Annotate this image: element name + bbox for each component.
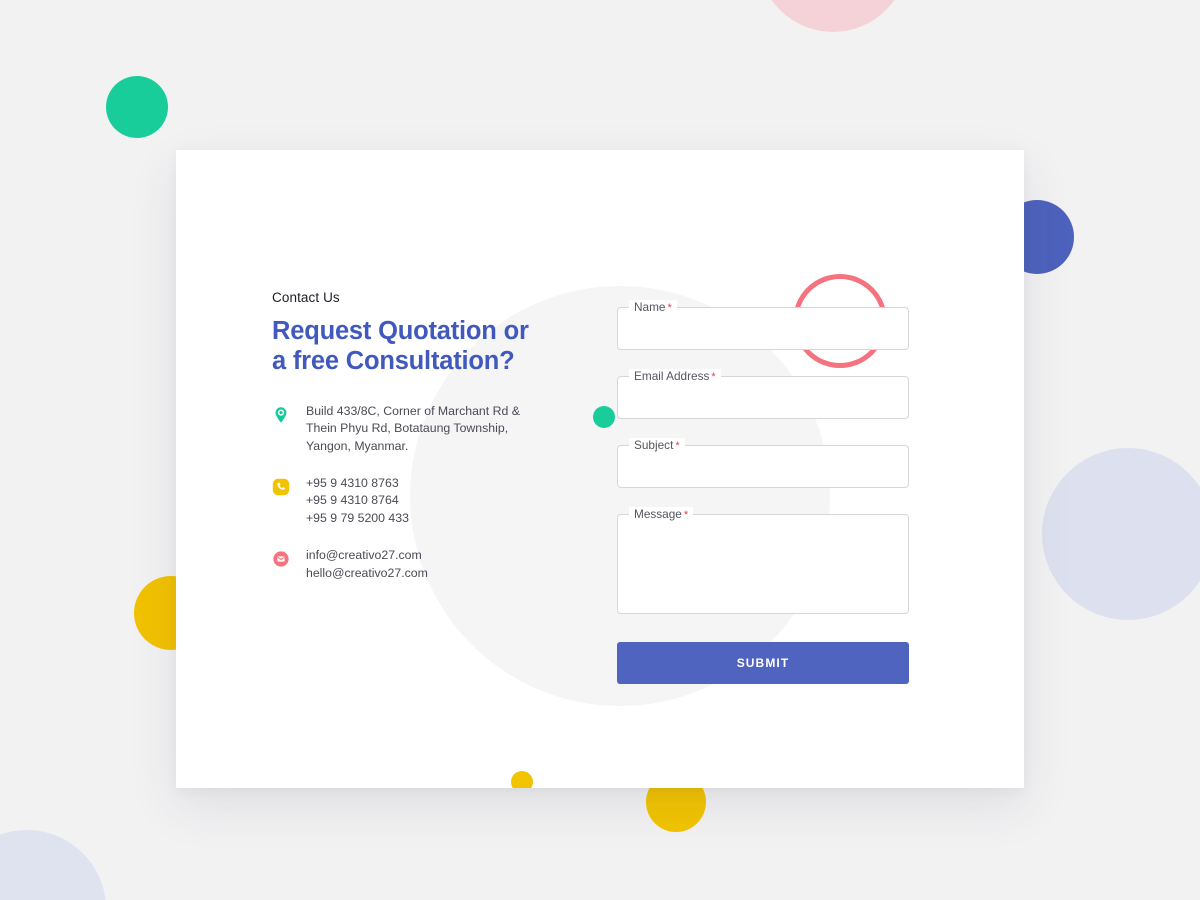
field-message: Message * [617,507,909,614]
address-line-1: Build 433/8C, Corner of Marchant Rd & [306,403,520,418]
decor-teal-circle-top-left [106,76,168,138]
phone-line-1[interactable]: +95 9 4310 8763 [306,475,409,492]
contact-card: Contact Us Request Quotation or a free C… [176,150,1024,788]
contact-email-block: info@creativo27.com hello@creativo27.com [272,547,572,582]
email-circle-icon [272,550,290,568]
email-line-1[interactable]: info@creativo27.com [306,547,428,564]
field-name: Name * [617,300,909,350]
submit-button[interactable]: SUBMIT [617,642,909,684]
page-title-line-1: Request Quotation or [272,317,529,345]
field-subject: Subject * [617,438,909,488]
phone-line-3[interactable]: +95 9 79 5200 433 [306,510,409,527]
subject-input[interactable] [617,445,909,488]
email-line-2[interactable]: hello@creativo27.com [306,565,428,582]
contact-address-text: Build 433/8C, Corner of Marchant Rd & Th… [306,403,520,455]
whatsapp-phone-icon [272,478,290,496]
page-title: Request Quotation or a free Consultation… [272,317,572,377]
email-input[interactable] [617,376,909,419]
name-input[interactable] [617,307,909,350]
field-email: Email Address * [617,369,909,419]
contact-form: Name * Email Address * Subject * Message… [617,300,909,684]
message-textarea[interactable] [617,514,909,614]
decor-lavender-circle-bottom-left [0,830,106,900]
contact-phone-text[interactable]: +95 9 4310 8763 +95 9 4310 8764 +95 9 79… [306,475,409,527]
page-title-line-2: a free Consultation? [272,346,515,375]
contact-email-text[interactable]: info@creativo27.com hello@creativo27.com [306,547,428,582]
address-line-3: Yangon, Myanmar. [306,438,409,453]
address-line-2: Thein Phyu Rd, Botataung Township, [306,421,509,436]
contact-info-column: Contact Us Request Quotation or a free C… [272,290,572,602]
page-stage: Contact Us Request Quotation or a free C… [0,0,1200,900]
contact-address-block: Build 433/8C, Corner of Marchant Rd & Th… [272,403,572,455]
eyebrow-label: Contact Us [272,290,340,305]
map-pin-icon [272,406,290,424]
contact-phone-block: +95 9 4310 8763 +95 9 4310 8764 +95 9 79… [272,475,572,527]
card-content: Contact Us Request Quotation or a free C… [176,150,1024,788]
phone-line-2[interactable]: +95 9 4310 8764 [306,492,409,509]
decor-pink-circle-top-right [758,0,908,32]
decor-lavender-circle-right [1042,448,1200,620]
